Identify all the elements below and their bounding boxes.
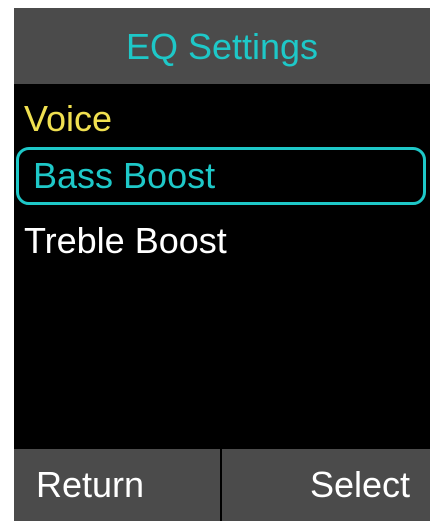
menu-item-label: Voice bbox=[24, 98, 113, 139]
menu-item-bass-boost[interactable]: Bass Boost bbox=[16, 147, 426, 205]
return-softkey[interactable]: Return bbox=[14, 449, 220, 521]
device-screen: EQ Settings Voice Bass Boost Treble Boos… bbox=[14, 8, 430, 521]
return-softkey-label: Return bbox=[36, 464, 145, 505]
select-softkey-label: Select bbox=[309, 464, 410, 505]
menu-item-voice[interactable]: Voice bbox=[16, 90, 426, 148]
menu-item-treble-boost[interactable]: Treble Boost bbox=[16, 212, 426, 270]
menu-item-label: Treble Boost bbox=[24, 220, 227, 261]
softkey-bar: Return Select bbox=[14, 449, 430, 521]
page-title: EQ Settings bbox=[125, 26, 319, 67]
title-bar: EQ Settings bbox=[14, 8, 430, 84]
select-softkey[interactable]: Select bbox=[222, 449, 430, 521]
menu-item-label: Bass Boost bbox=[33, 155, 216, 196]
